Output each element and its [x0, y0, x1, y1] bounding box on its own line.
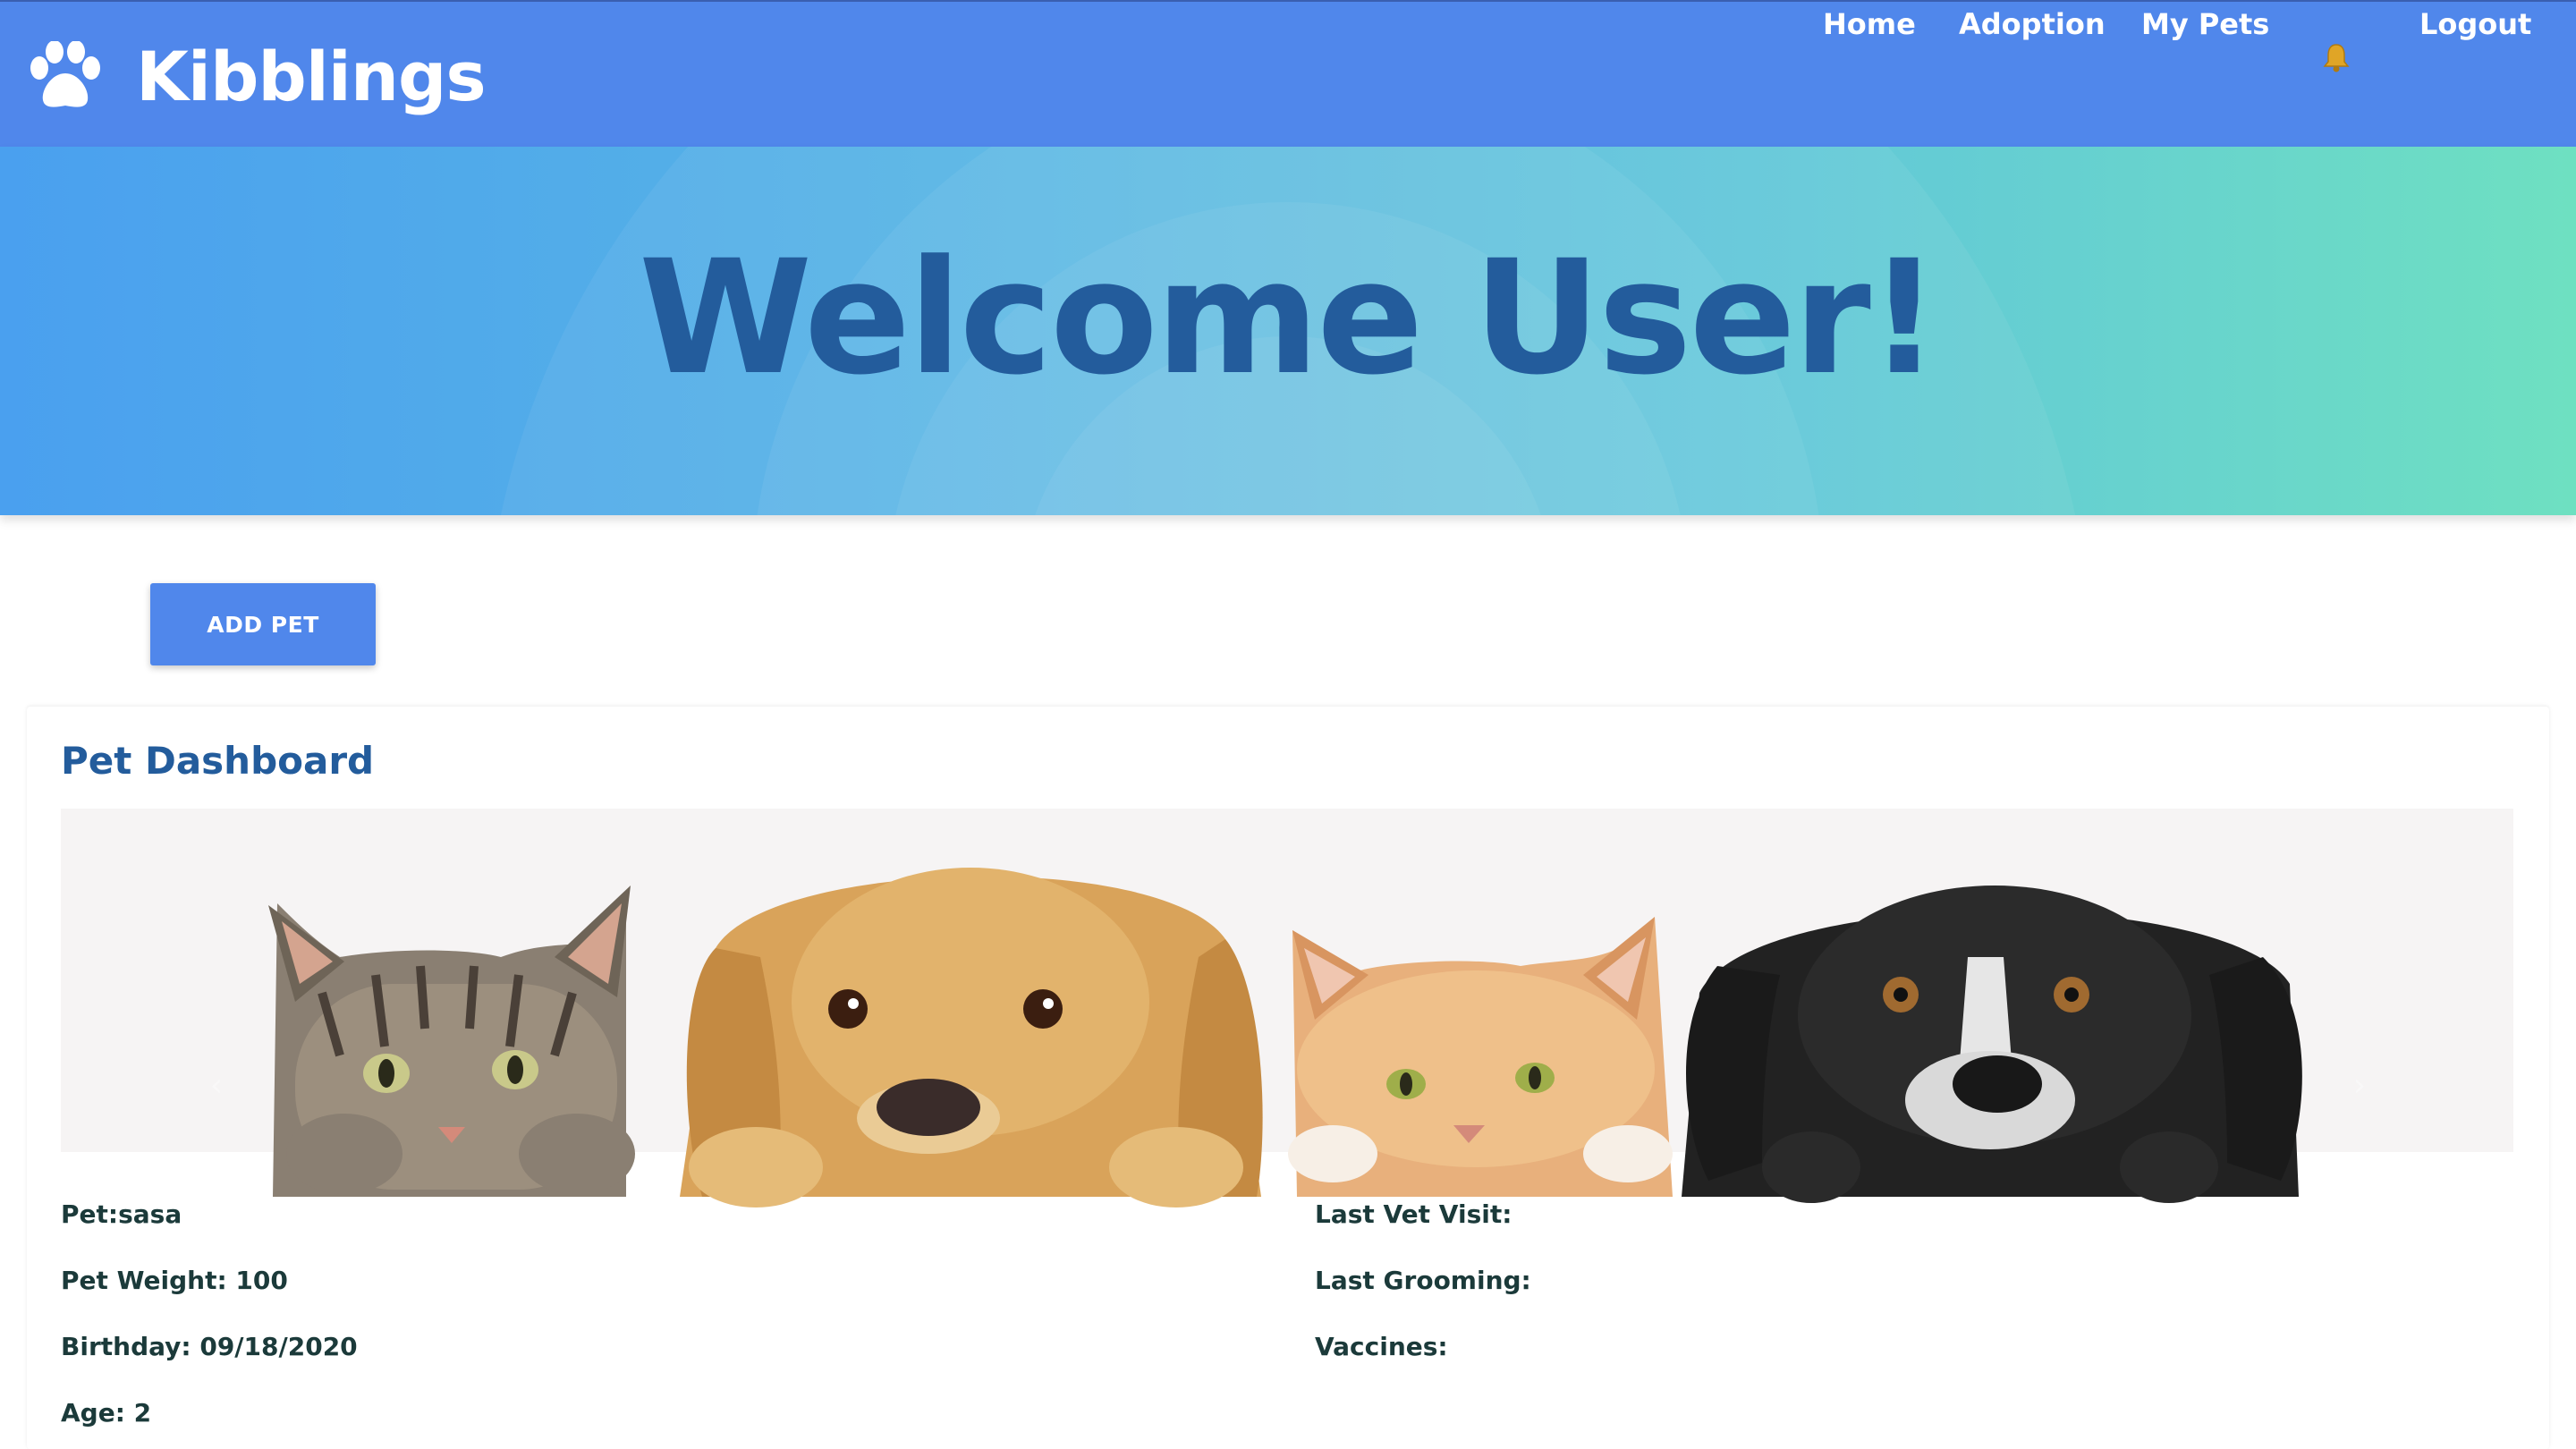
- vaccines: Vaccines:: [1315, 1332, 1448, 1361]
- pet-weight: Pet Weight: 100: [61, 1266, 288, 1295]
- last-grooming: Last Grooming:: [1315, 1266, 1531, 1295]
- add-pet-button[interactable]: ADD PET: [150, 583, 376, 665]
- nav-logout-link[interactable]: Logout: [2419, 2, 2531, 47]
- pet-age: Age: 2: [61, 1398, 152, 1428]
- bell-icon[interactable]: [2320, 41, 2352, 73]
- hero-banner: Welcome User!: [0, 147, 2576, 515]
- dashboard-title: Pet Dashboard: [61, 739, 375, 783]
- pets-banner-image: [61, 809, 2513, 1152]
- pet-birthday: Birthday: 09/18/2020: [61, 1332, 358, 1361]
- nav-adoption-link[interactable]: Adoption: [1959, 2, 2106, 47]
- banner-bottom-ledge: [61, 1152, 2513, 1197]
- carousel-next-arrow[interactable]: ›: [2342, 1068, 2377, 1104]
- navbar: Kibblings Home Adoption My Pets Logout: [0, 0, 2576, 147]
- paw-icon: [30, 41, 100, 107]
- pet-name: Pet:sasa: [61, 1199, 182, 1229]
- nav-home-link[interactable]: Home: [1823, 2, 1916, 47]
- page-title: Welcome User!: [639, 226, 1940, 410]
- brand[interactable]: Kibblings: [27, 34, 487, 120]
- nav-my-pets-link[interactable]: My Pets: [2141, 2, 2269, 47]
- last-vet-visit: Last Vet Visit:: [1315, 1199, 1513, 1229]
- brand-name: Kibblings: [136, 37, 487, 116]
- carousel-prev-arrow[interactable]: ‹: [199, 1068, 234, 1104]
